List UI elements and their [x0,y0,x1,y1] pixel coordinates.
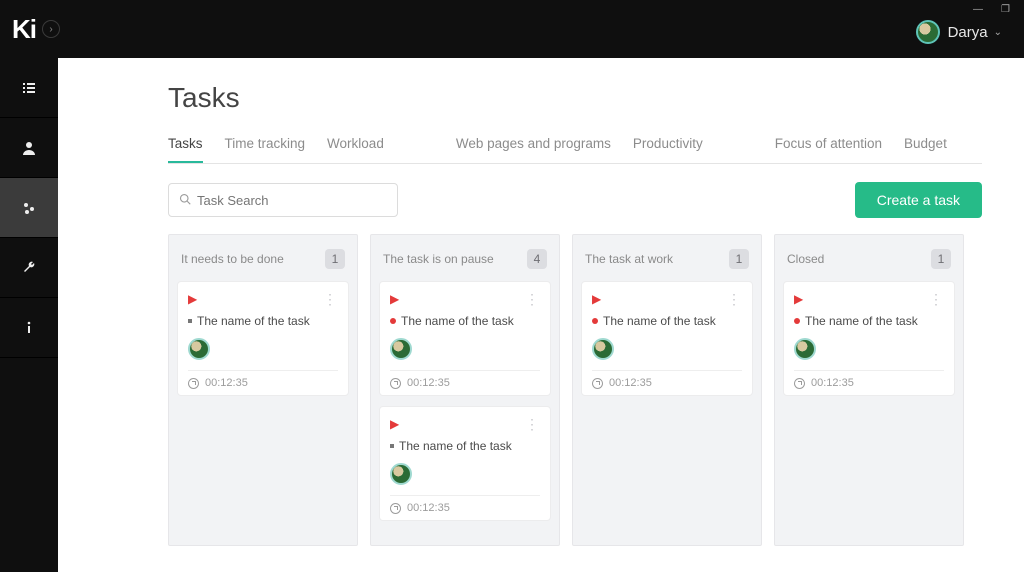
sidebar-item-settings[interactable] [0,178,58,238]
controls-row: Create a task [168,182,982,218]
app-root: Ki › — ❐ Darya ⌄ [0,0,1024,572]
clock-icon [188,378,199,389]
task-time: 00:12:35 [609,377,652,389]
more-icon[interactable]: ⋮ [525,295,540,303]
sidebar-item-tools[interactable] [0,238,58,298]
column-header: Closed 1 [787,249,951,269]
task-name: The name of the task [399,439,512,453]
maximize-button[interactable]: ❐ [1001,4,1010,15]
column-title: The task at work [585,252,673,266]
tab-tasks[interactable]: Tasks [168,136,203,163]
task-time: 00:12:35 [811,377,854,389]
task-card[interactable]: ▶ ⋮ The name of the task 00:12:35 [581,281,753,396]
kanban-board: It needs to be done 1 ▶ ⋮ The name of th… [168,234,982,546]
task-card[interactable]: ▶ ⋮ The name of the task 00:12:35 [177,281,349,396]
chevron-right-icon[interactable]: › [42,20,60,38]
tab-focus[interactable]: Focus of attention [775,136,882,163]
wrench-icon [21,260,37,276]
top-bar: Ki › — ❐ Darya ⌄ [0,0,1024,58]
tab-productivity[interactable]: Productivity [633,136,703,163]
clock-icon [794,378,805,389]
assignee-avatar-icon [592,338,614,360]
assignee-avatar-icon [390,338,412,360]
column-paused: The task is on pause 4 ▶ ⋮ The name of t… [370,234,560,546]
create-task-button[interactable]: Create a task [855,182,982,218]
more-icon[interactable]: ⋮ [525,420,540,428]
clock-icon [390,503,401,514]
tabs: Tasks Time tracking Workload Web pages a… [168,136,982,164]
column-todo: It needs to be done 1 ▶ ⋮ The name of th… [168,234,358,546]
more-icon[interactable]: ⋮ [323,295,338,303]
user-avatar-icon [916,20,940,44]
assignee-avatar-icon [390,463,412,485]
minimize-button[interactable]: — [973,4,983,15]
play-icon[interactable]: ▶ [592,292,601,306]
logo-area: Ki › [12,14,60,45]
play-icon[interactable]: ▶ [188,292,197,306]
task-name: The name of the task [805,314,918,328]
task-name: The name of the task [603,314,716,328]
task-card[interactable]: ▶ ⋮ The name of the task 00:12:35 [379,281,551,396]
more-icon[interactable]: ⋮ [929,295,944,303]
column-count-badge: 1 [729,249,749,269]
info-icon [21,320,37,336]
chevron-down-icon: ⌄ [994,27,1002,38]
task-card[interactable]: ▶ ⋮ The name of the task 00:12:35 [783,281,955,396]
task-time: 00:12:35 [205,377,248,389]
assignee-avatar-icon [794,338,816,360]
tab-web-pages[interactable]: Web pages and programs [456,136,611,163]
play-icon[interactable]: ▶ [390,292,399,306]
user-menu[interactable]: Darya ⌄ [916,20,1002,44]
play-icon[interactable]: ▶ [390,417,399,431]
tab-time-tracking[interactable]: Time tracking [225,136,306,163]
app-logo: Ki [12,14,36,45]
column-header: The task at work 1 [585,249,749,269]
column-header: The task is on pause 4 [383,249,547,269]
more-icon[interactable]: ⋮ [727,295,742,303]
sidebar-item-list[interactable] [0,58,58,118]
search-input[interactable] [197,193,387,208]
status-dot-icon [390,318,396,324]
column-count-badge: 1 [931,249,951,269]
status-dot-icon [794,318,800,324]
page-title: Tasks [168,82,982,114]
search-icon [179,193,191,208]
status-dot-icon [390,444,394,448]
task-time: 00:12:35 [407,377,450,389]
list-icon [21,80,37,96]
body: Tasks Tasks Time tracking Workload Web p… [0,58,1024,572]
status-dot-icon [188,319,192,323]
sidebar-item-user[interactable] [0,118,58,178]
user-icon [21,140,37,156]
sidebar [0,58,58,572]
task-time: 00:12:35 [407,502,450,514]
task-name: The name of the task [401,314,514,328]
sidebar-item-info[interactable] [0,298,58,358]
column-title: Closed [787,252,824,266]
tab-workload[interactable]: Workload [327,136,384,163]
column-title: It needs to be done [181,252,284,266]
clock-icon [592,378,603,389]
window-controls: — ❐ [973,4,1010,15]
column-closed: Closed 1 ▶ ⋮ The name of the task [774,234,964,546]
gear-icon [21,200,37,216]
column-title: The task is on pause [383,252,494,266]
play-icon[interactable]: ▶ [794,292,803,306]
search-box[interactable] [168,183,398,217]
task-card[interactable]: ▶ ⋮ The name of the task 00:12:35 [379,406,551,521]
user-name: Darya [948,24,988,41]
column-header: It needs to be done 1 [181,249,345,269]
clock-icon [390,378,401,389]
status-dot-icon [592,318,598,324]
column-count-badge: 1 [325,249,345,269]
column-count-badge: 4 [527,249,547,269]
main-content: Tasks Tasks Time tracking Workload Web p… [58,58,1024,572]
assignee-avatar-icon [188,338,210,360]
tab-budget[interactable]: Budget [904,136,947,163]
column-in-progress: The task at work 1 ▶ ⋮ The name of the t… [572,234,762,546]
task-name: The name of the task [197,314,310,328]
